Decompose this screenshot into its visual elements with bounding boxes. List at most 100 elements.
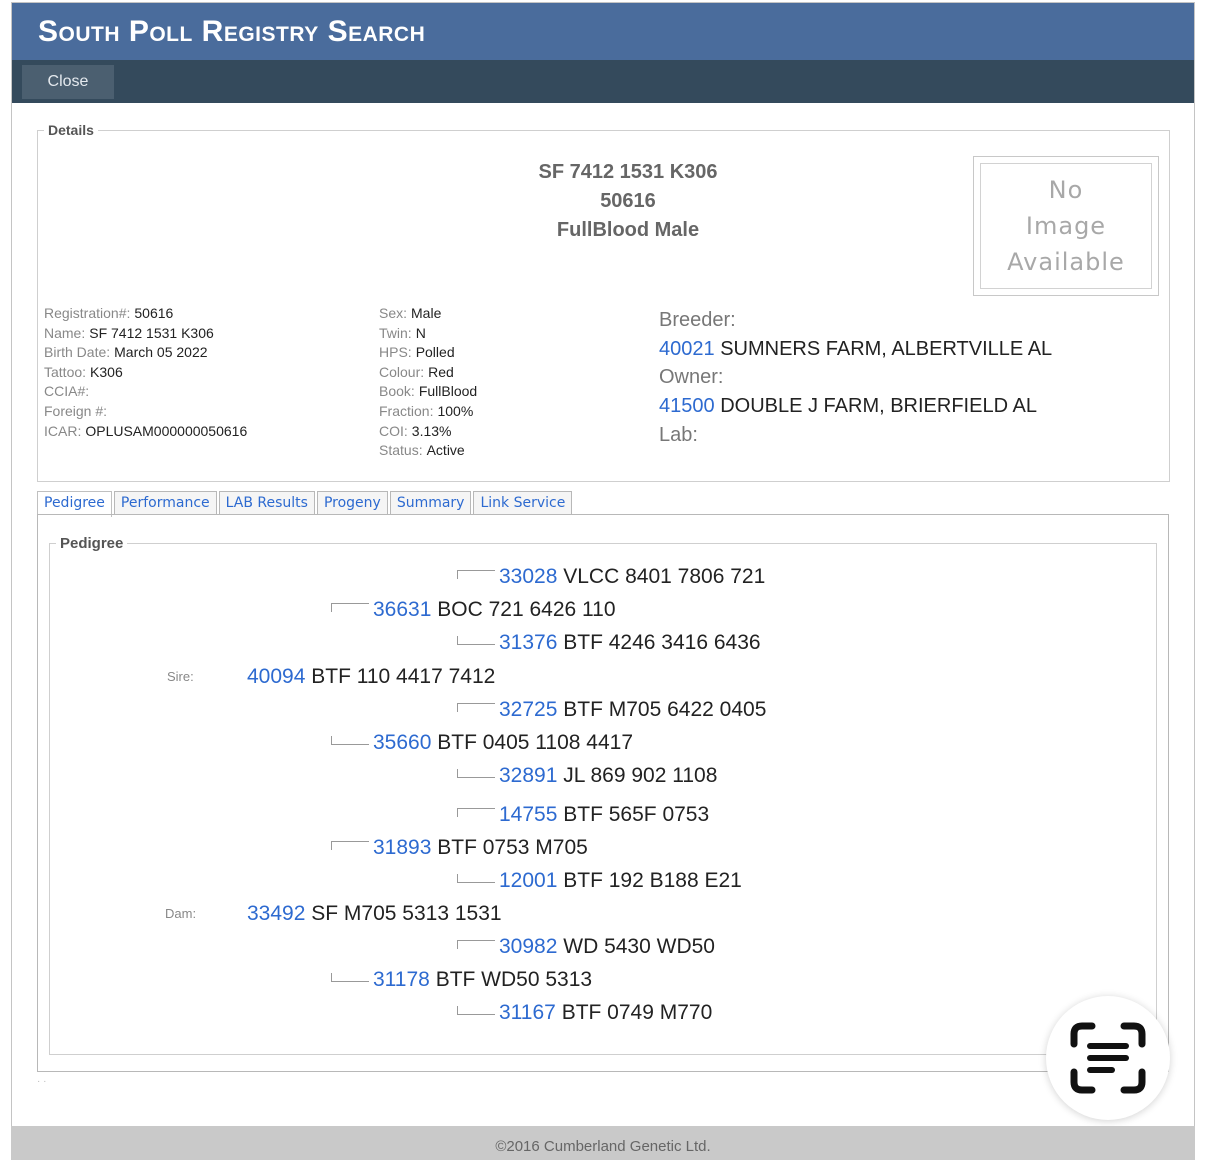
tab-progeny[interactable]: Progeny	[316, 491, 388, 515]
title-bar: South Poll Registry Search	[12, 3, 1194, 60]
tab-summary[interactable]: Summary	[389, 491, 472, 515]
info-row-foreign: Foreign #:	[44, 402, 247, 422]
pedigree-entry: 12001 BTF 192 B188 E21	[499, 869, 742, 893]
resize-dots: · ·	[37, 1076, 47, 1087]
breeder-id-link[interactable]: 40021	[659, 338, 715, 360]
info-row-coi: COI: 3.13%	[379, 422, 477, 442]
pedigree-id-link[interactable]: 32725	[499, 698, 557, 721]
pedigree-name: BTF M705 6422 0405	[563, 698, 767, 721]
tab-link-service[interactable]: Link Service	[473, 491, 573, 515]
breeder-label: Breeder:	[659, 309, 736, 331]
pedigree-entry: 32891 JL 869 902 1108	[499, 764, 717, 788]
no-image-line: No	[1048, 176, 1084, 204]
pedigree-connector	[457, 808, 495, 817]
pedigree-connector	[331, 736, 369, 745]
pedigree-id-link[interactable]: 31376	[499, 631, 557, 654]
pedigree-entry: 30982 WD 5430 WD50	[499, 935, 715, 959]
info-row-birth-date: Birth Date: March 05 2022	[44, 343, 247, 363]
pedigree-legend: Pedigree	[60, 535, 124, 552]
no-image-line: Image	[1025, 212, 1107, 240]
info-row-book: Book: FullBlood	[379, 382, 477, 402]
live-text-scan-button[interactable]	[1046, 996, 1170, 1120]
pedigree-entry: 31178 BTF WD50 5313	[373, 968, 592, 992]
pedigree-connector	[457, 570, 495, 579]
info-row-status: Status: Active	[379, 441, 477, 461]
pedigree-entry: 36631 BOC 721 6426 110	[373, 598, 616, 622]
info-row-icar: ICAR: OPLUSAM000000050616	[44, 422, 247, 442]
pedigree-name: BTF WD50 5313	[435, 968, 593, 991]
pedigree-entry: 31893 BTF 0753 M705	[373, 836, 588, 860]
pedigree-id-link[interactable]: 36631	[373, 598, 431, 621]
pedigree-entry: 35660 BTF 0405 1108 4417	[373, 731, 633, 755]
info-row-tattoo: Tattoo: K306	[44, 363, 247, 383]
text-scan-icon	[1070, 1022, 1146, 1094]
info-value: March 05 2022	[114, 344, 208, 361]
pedigree-name: BOC 721 6426 110	[437, 598, 616, 621]
info-label: Sex:	[379, 305, 408, 321]
pedigree-name: BTF 4246 3416 6436	[563, 631, 761, 654]
pedigree-connector	[331, 603, 369, 612]
pedigree-entry: 31376 BTF 4246 3416 6436	[499, 631, 761, 655]
animal-class-heading: FullBlood Male	[556, 219, 700, 241]
tab-performance[interactable]: Performance	[113, 491, 217, 515]
pedigree-id-link[interactable]: 31893	[373, 836, 431, 859]
dam-label: Dam:	[165, 906, 197, 921]
pedigree-id-link[interactable]: 33492	[247, 902, 305, 925]
pedigree-name: WD 5430 WD50	[563, 935, 715, 958]
info-label: Twin:	[379, 324, 412, 341]
pedigree-connector	[457, 636, 495, 645]
info-label: Fraction:	[379, 402, 434, 419]
breeder-owner-column: Breeder: 40021 SUMNERS FARM, ALBERTVILLE…	[659, 306, 1052, 450]
pedigree-id-link[interactable]: 40094	[247, 665, 305, 688]
pedigree-name: JL 869 902 1108	[563, 764, 718, 787]
tab-lab-results[interactable]: LAB Results	[218, 491, 315, 515]
pedigree-id-link[interactable]: 30982	[499, 935, 557, 958]
info-value: Polled	[415, 344, 455, 361]
pedigree-name: BTF 0405 1108 4417	[437, 731, 634, 754]
pedigree-entry: 33028 VLCC 8401 7806 721	[499, 565, 765, 589]
info-label: Status:	[379, 442, 423, 459]
info-value: K306	[90, 363, 123, 380]
info-label: Book:	[379, 383, 415, 400]
info-row-sex: Sex: Male	[379, 304, 477, 324]
owner-id-link[interactable]: 41500	[659, 395, 715, 417]
info-label: CCIA#:	[44, 383, 90, 400]
info-value: Active	[426, 442, 465, 459]
info-label: COI:	[379, 422, 408, 439]
info-row-registration: Registration#: 50616	[44, 304, 247, 324]
pedigree-id-link[interactable]: 14755	[499, 803, 557, 826]
owner-name: DOUBLE J FARM, BRIERFIELD AL	[720, 395, 1037, 418]
pedigree-id-link[interactable]: 35660	[373, 731, 431, 754]
info-row-twin: Twin: N	[379, 324, 477, 344]
close-button[interactable]: Close	[22, 65, 114, 99]
pedigree-name: BTF 0753 M705	[437, 836, 588, 859]
pedigree-id-link[interactable]: 12001	[499, 869, 557, 892]
details-panel: Details SF 7412 1531 K306 50616 FullBloo…	[37, 122, 1170, 482]
info-value: N	[415, 324, 426, 341]
pedigree-id-link[interactable]: 33028	[499, 565, 557, 588]
pedigree-id-link[interactable]: 32891	[499, 764, 557, 787]
sire-label: Sire:	[167, 669, 194, 684]
pedigree-connector	[331, 841, 369, 850]
breeder-row: 40021 SUMNERS FARM, ALBERTVILLE AL	[659, 335, 1052, 364]
no-image-line: Available	[1007, 248, 1125, 276]
toolbar: Close	[12, 60, 1194, 103]
copyright-text: ©2016 Cumberland Genetic Ltd.	[495, 1138, 711, 1155]
info-label: Colour:	[379, 363, 425, 380]
pedigree-name: BTF 0749 M770	[561, 1001, 713, 1024]
info-value: SF 7412 1531 K306	[89, 324, 214, 341]
info-label: Name:	[44, 324, 86, 341]
pedigree-connector	[457, 940, 495, 949]
owner-label: Owner:	[659, 366, 724, 389]
pedigree-id-link[interactable]: 31167	[499, 1001, 556, 1024]
pedigree-id-link[interactable]: 31178	[373, 968, 430, 991]
animal-name-heading: SF 7412 1531 K306	[538, 161, 718, 183]
no-image-text: No Image Available	[980, 163, 1152, 289]
info-label: Registration#:	[44, 305, 131, 321]
info-label: Tattoo:	[44, 363, 87, 380]
info-value: Red	[428, 363, 454, 380]
info-value: 100%	[437, 402, 474, 419]
pedigree-connector	[457, 874, 495, 883]
pedigree-entry: 31167 BTF 0749 M770	[499, 1001, 712, 1025]
info-column-1: Registration#: 50616 Name: SF 7412 1531 K3…	[44, 304, 247, 441]
